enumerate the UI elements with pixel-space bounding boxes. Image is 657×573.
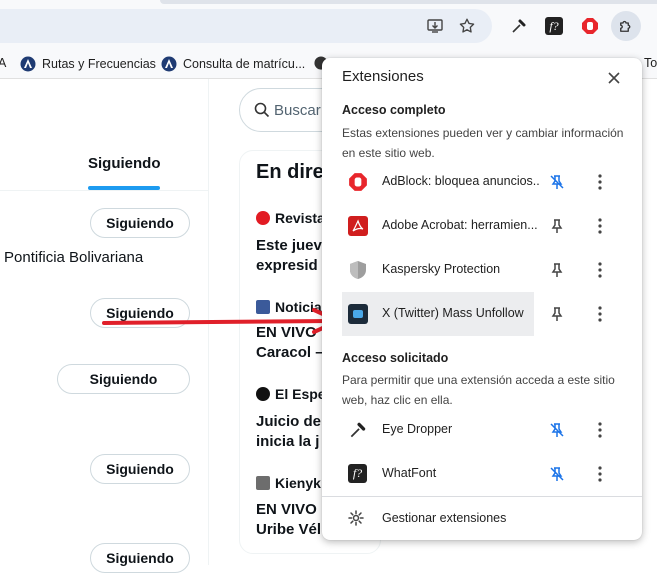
bookmark-star-icon[interactable] [453,12,481,40]
more-options-icon[interactable] [590,172,610,192]
pin-icon[interactable] [547,216,567,236]
kienyke-logo-icon [256,476,270,490]
extension-name: Eye Dropper [382,422,453,436]
news-headline[interactable]: EN VIVO I Uribe Vél [256,500,325,540]
following-button[interactable]: Siguiendo [57,364,190,394]
full-access-description: Estas extensiones pueden ver y cambiar i… [342,126,624,160]
bookmark-item[interactable]: To [644,56,657,70]
bookmark-item-rutas[interactable]: Rutas y Frecuencias [20,56,156,72]
popup-divider [322,496,642,497]
el-espectador-logo-icon [256,387,270,401]
pin-active-icon[interactable] [547,464,567,484]
adblock-icon [349,173,367,191]
pin-icon[interactable] [547,260,567,280]
news-source[interactable]: El Espe [256,386,326,402]
search-placeholder: Buscar [274,102,321,119]
bookmark-favicon-icon [161,56,177,72]
more-options-icon[interactable] [590,216,610,236]
gear-icon [348,510,364,526]
extension-name: Kaspersky Protection [382,262,501,276]
address-bar[interactable] [0,9,492,43]
live-title: En dire [256,161,324,183]
close-icon[interactable] [602,66,626,90]
annotation-arrow-icon [102,308,340,334]
news-source[interactable]: Kienyk [256,475,321,491]
pin-active-icon[interactable] [547,172,567,192]
following-button[interactable]: Siguiendo [90,543,190,573]
search-icon [254,102,270,118]
news-headline[interactable]: Juicio de inicia la j [256,412,321,452]
extensions-puzzle-icon[interactable] [611,11,641,41]
following-button[interactable]: Siguiendo [90,454,190,484]
acrobat-icon [348,216,368,236]
profile-text: Pontificia Bolivariana [4,249,144,266]
requested-access-description: Para permitir que una extensión acceda a… [342,373,615,407]
adblock-toolbar-icon[interactable] [576,12,604,40]
revista-logo-icon [256,211,270,225]
more-options-icon[interactable] [590,464,610,484]
pin-icon[interactable] [547,304,567,324]
whatfont-toolbar-icon[interactable]: f? [540,12,568,40]
more-options-icon[interactable] [590,420,610,440]
more-options-icon[interactable] [590,260,610,280]
more-options-icon[interactable] [590,304,610,324]
full-access-heading: Acceso completo [342,103,446,117]
popup-title: Extensiones [342,68,424,85]
mass-unfollow-icon [348,304,368,324]
install-app-icon[interactable] [421,12,449,40]
following-button[interactable]: Siguiendo [90,208,190,238]
kaspersky-icon [350,261,366,279]
pin-active-icon[interactable] [547,420,567,440]
requested-access-heading: Acceso solicitado [342,351,449,365]
extension-name: WhatFont [382,466,437,480]
extensions-popup: Extensiones Acceso completo Estas extens… [322,58,642,540]
manage-extensions-label: Gestionar extensiones [382,511,507,525]
bookmark-favicon-icon [20,56,36,72]
manage-extensions-button[interactable]: Gestionar extensiones [322,498,642,538]
eyedropper-icon [350,422,366,438]
extension-name: Adobe Acrobat: herramien... [382,218,538,232]
extension-name: AdBlock: bloquea anuncios... [382,174,540,188]
news-headline[interactable]: Este juev expresid [256,236,322,276]
bookmark-item-consulta[interactable]: Consulta de matrícu... [161,56,305,72]
bookmark-item[interactable]: A [0,56,6,70]
eyedropper-toolbar-icon[interactable] [505,12,533,40]
tab-following[interactable]: Siguiendo [88,155,161,172]
news-source[interactable]: Revista [256,210,325,226]
active-tab-indicator [88,186,160,190]
tab-strip-edge [160,0,657,4]
tabs-divider [0,190,208,191]
whatfont-icon: f? [348,464,367,483]
extension-name: X (Twitter) Mass Unfollow [382,306,524,320]
